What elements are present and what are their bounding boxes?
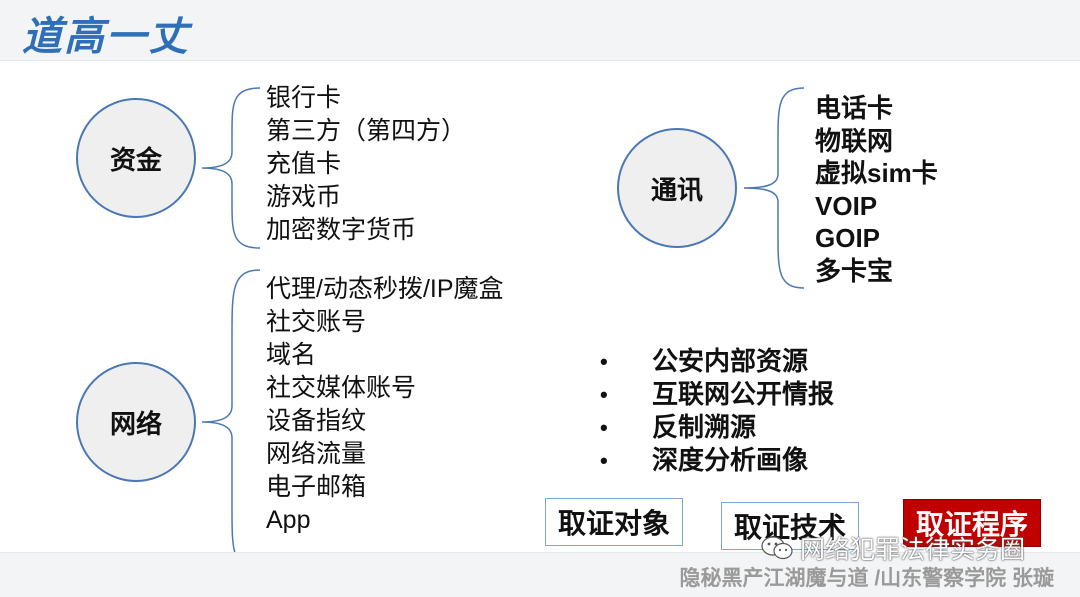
comm-label: 通讯 <box>650 174 703 205</box>
list-item: 银行卡 <box>266 84 342 112</box>
funds-list: 银行卡 第三方（第四方） 充值卡 游戏币 加密数字货币 <box>266 82 466 247</box>
wechat-icon <box>761 536 793 560</box>
network-circle: 网络 <box>76 362 196 482</box>
sources-list: • 公安内部资源 • 互联网公开情报 • 反制溯源 • 深度分析画像 <box>600 345 834 477</box>
comm-circle: 通讯 <box>617 128 737 248</box>
list-item: • 公安内部资源 <box>600 345 834 378</box>
bullet-icon: • <box>600 382 608 407</box>
list-item: 虚拟sim卡 <box>815 158 938 189</box>
watermark: 网络犯罪法律实务圈 <box>760 530 1025 566</box>
list-item: • 互联网公开情报 <box>600 378 834 411</box>
network-list: 代理/动态秒拨/IP魔盒 社交账号 域名 社交媒体账号 设备指纹 网络流量 电子… <box>266 273 504 570</box>
list-item: App <box>266 506 311 534</box>
comm-list: 电话卡 物联网 虚拟sim卡 VOIP GOIP 多卡宝 <box>815 92 938 288</box>
list-item: 代理/动态秒拨/IP魔盒 <box>266 275 504 303</box>
list-item-label: 公安内部资源 <box>652 346 809 376</box>
list-item: 游戏币 <box>266 183 342 211</box>
slide-header: 道高一丈 <box>0 0 1080 61</box>
list-item: 多卡宝 <box>815 255 894 286</box>
watermark-text: 网络犯罪法律实务圈 <box>800 536 1026 564</box>
network-brace <box>201 269 261 569</box>
list-item-label: 反制溯源 <box>652 412 757 442</box>
list-item: 域名 <box>266 341 317 369</box>
slide-title: 道高一丈 <box>22 15 190 59</box>
bullet-icon: • <box>600 349 608 374</box>
list-item: 第三方（第四方） <box>266 117 467 145</box>
comm-brace <box>743 87 805 289</box>
list-item: 网络流量 <box>266 440 367 468</box>
list-item: 设备指纹 <box>266 407 367 435</box>
list-item-label: 互联网公开情报 <box>652 379 835 409</box>
funds-circle: 资金 <box>76 98 196 218</box>
funds-brace <box>201 87 261 249</box>
list-item: 电子邮箱 <box>266 473 367 501</box>
funds-label: 资金 <box>109 144 162 175</box>
list-item-label: 深度分析画像 <box>652 445 809 475</box>
bullet-icon: • <box>600 448 608 473</box>
list-item: 加密数字货币 <box>266 216 417 244</box>
list-item: 物联网 <box>815 125 894 156</box>
list-item: VOIP <box>815 190 878 221</box>
forensic-object-box: 取证对象 <box>545 498 683 546</box>
list-item: 社交媒体账号 <box>266 374 417 402</box>
footer-author: 隐秘黑产江湖魔与道 /山东警察学院 张璇 <box>679 567 1054 590</box>
list-item: • 反制溯源 <box>600 411 834 444</box>
list-item: • 深度分析画像 <box>600 444 834 477</box>
list-item: 社交账号 <box>266 308 367 336</box>
list-item: 充值卡 <box>266 150 342 178</box>
network-label: 网络 <box>109 408 162 439</box>
list-item: GOIP <box>815 223 881 254</box>
bullet-icon: • <box>600 415 608 440</box>
list-item: 电话卡 <box>815 93 894 123</box>
